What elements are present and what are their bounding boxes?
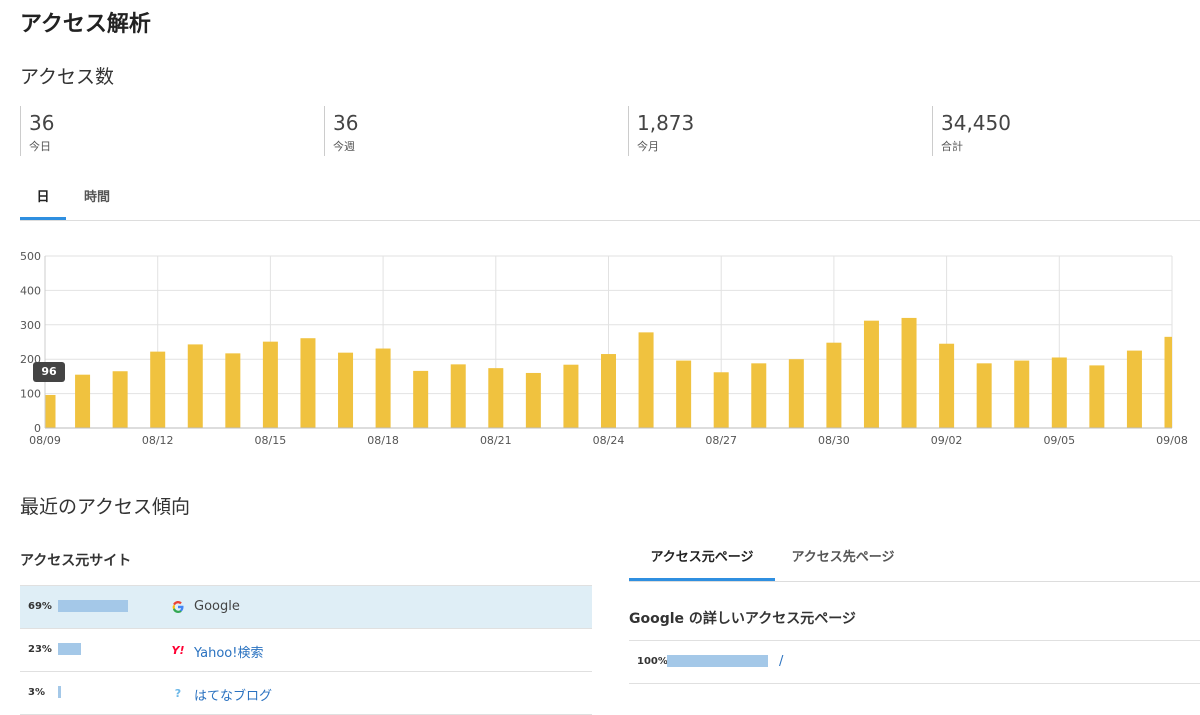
source-name[interactable]: はてなブログ — [194, 685, 272, 704]
tab-day[interactable]: 日 — [20, 180, 66, 220]
hatena-icon: ? — [174, 687, 182, 700]
google-icon — [170, 600, 186, 616]
page-tabs: アクセス元ページ アクセス先ページ — [629, 540, 1200, 582]
chart-bar — [488, 368, 504, 428]
detail-path[interactable]: / — [779, 654, 783, 669]
stat-total: 34,450 合計 — [932, 106, 1011, 156]
chart-bar — [1051, 357, 1067, 428]
stat-week: 36 今週 — [324, 106, 358, 156]
x-tick-label: 09/02 — [931, 434, 963, 447]
tab-hour[interactable]: 時間 — [76, 180, 118, 220]
chart-tooltip: 96 — [33, 362, 65, 382]
x-tick-label: 09/08 — [1156, 434, 1188, 447]
chart-bar — [976, 363, 992, 428]
chart-bar — [150, 351, 166, 428]
chart-bar — [75, 374, 91, 428]
chart-bar — [863, 320, 879, 428]
detail-ratio-bar — [667, 655, 768, 667]
y-tick-label: 400 — [20, 284, 41, 297]
chart-bar — [713, 372, 729, 428]
chart-bar — [525, 372, 541, 428]
source-ratio-bar — [58, 686, 61, 698]
access-bar-chart: 010020030040050008/09 08/12 08/15 08/18 08/2… — [20, 250, 1188, 447]
chart-bar — [300, 338, 316, 428]
stat-month: 1,873 今月 — [628, 106, 694, 156]
chart-bar — [939, 343, 955, 428]
stat-label: 今日 — [29, 140, 51, 153]
chart-bar — [45, 394, 56, 428]
chart-bar — [601, 354, 616, 428]
stats-row: 36 今日 36 今週 1,873 今月 34,450 合計 — [20, 106, 1200, 156]
stat-label: 今月 — [637, 140, 659, 153]
x-tick-label: 08/09 — [29, 434, 61, 447]
y-tick-label: 500 — [20, 250, 41, 263]
source-row-yahoo[interactable]: 23% Y! Yahoo!検索 — [20, 628, 592, 671]
source-percent: 3% — [28, 687, 45, 698]
chart-bar — [676, 360, 692, 428]
access-count-title: アクセス数 — [20, 66, 115, 88]
stat-label: 今週 — [333, 140, 355, 153]
x-tick-label: 09/05 — [1043, 434, 1075, 447]
x-tick-label: 08/18 — [367, 434, 399, 447]
chart-bar — [187, 344, 203, 428]
stat-today: 36 今日 — [20, 106, 54, 156]
chart-bar — [638, 332, 654, 428]
source-name[interactable]: Yahoo!検索 — [194, 642, 263, 661]
source-percent: 23% — [28, 644, 52, 655]
y-tick-label: 100 — [20, 388, 41, 401]
chart-bar — [563, 364, 579, 428]
chart-bar — [788, 359, 804, 428]
source-ratio-bar — [58, 643, 81, 655]
chart-bar — [262, 341, 278, 428]
chart-tabs: 日 時間 — [20, 180, 1200, 221]
chart-bar — [826, 342, 842, 428]
chart-bar — [1164, 336, 1172, 428]
tab-destination-page[interactable]: アクセス先ページ — [781, 540, 905, 581]
x-tick-label: 08/24 — [593, 434, 625, 447]
source-row-google[interactable]: 69% Google — [20, 585, 592, 628]
recent-trend-title: 最近のアクセス傾向 — [20, 496, 191, 518]
chart-bar — [112, 371, 128, 428]
y-tick-label: 300 — [20, 319, 41, 332]
chart-bar — [1126, 350, 1142, 428]
chart-bar — [901, 317, 917, 428]
chart-bar — [413, 370, 429, 428]
source-sites-title: アクセス元サイト — [20, 553, 132, 569]
x-tick-label: 08/27 — [705, 434, 737, 447]
chart-bar — [225, 353, 241, 428]
chart-bar — [1089, 365, 1105, 428]
source-percent: 69% — [28, 601, 52, 612]
detail-row[interactable]: 100% / — [629, 640, 1200, 684]
stat-value: 1,873 — [637, 111, 695, 135]
stat-value: 36 — [29, 111, 55, 135]
source-row-hatena[interactable]: 3% ? はてなブログ — [20, 671, 592, 715]
stat-value: 34,450 — [941, 111, 1011, 135]
detail-title: Google の詳しいアクセス元ページ — [629, 611, 856, 627]
chart-bar — [338, 352, 354, 428]
chart-bar — [375, 348, 391, 428]
x-tick-label: 08/12 — [142, 434, 174, 447]
chart-bar — [751, 363, 767, 428]
chart-bar — [450, 364, 466, 428]
stat-value: 36 — [333, 111, 359, 135]
chart-bar — [1014, 360, 1030, 428]
detail-percent: 100% — [637, 656, 668, 667]
stat-label: 合計 — [941, 140, 963, 153]
source-sites-table: 69% Google 23% Y! Yahoo!検索 3% ? はてなブログ — [20, 585, 592, 715]
x-tick-label: 08/21 — [480, 434, 512, 447]
x-tick-label: 08/30 — [818, 434, 850, 447]
source-ratio-bar — [58, 600, 128, 612]
page-title: アクセス解析 — [20, 12, 151, 37]
yahoo-icon: Y! — [171, 644, 185, 657]
x-tick-label: 08/15 — [255, 434, 287, 447]
tab-source-page[interactable]: アクセス元ページ — [629, 540, 775, 581]
source-name: Google — [194, 599, 240, 614]
